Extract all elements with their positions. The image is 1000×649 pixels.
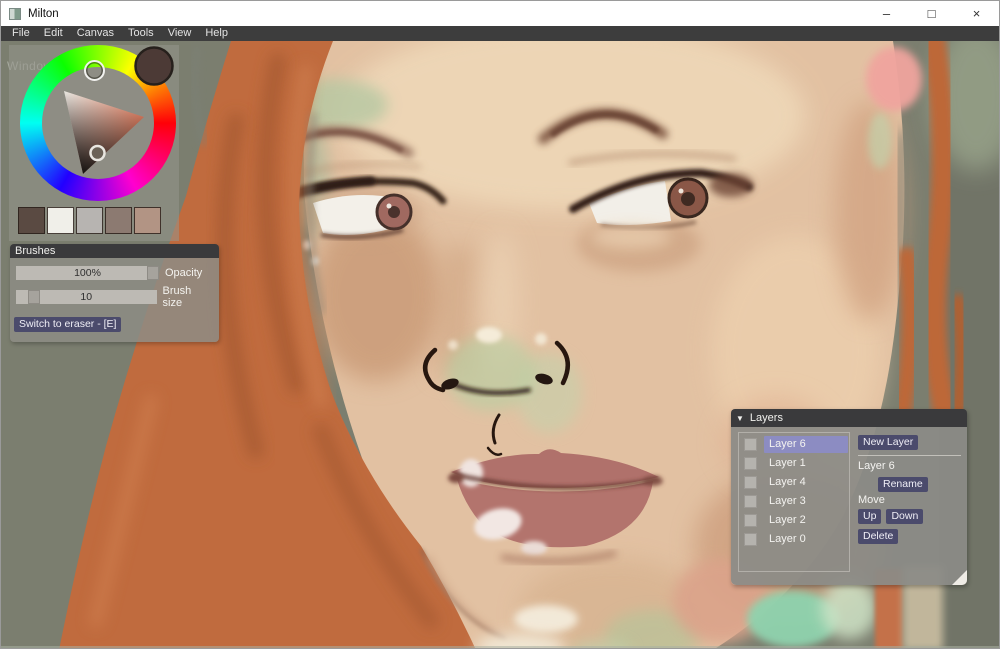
layers-panel-titlebar[interactable]: ▼ Layers bbox=[731, 409, 967, 427]
window-controls: – □ × bbox=[864, 1, 999, 26]
opacity-value: 100% bbox=[74, 267, 101, 279]
collapse-triangle-icon[interactable]: ▼ bbox=[736, 414, 744, 423]
switch-to-eraser-button[interactable]: Switch to eraser - [E] bbox=[14, 317, 122, 332]
menu-item-help[interactable]: Help bbox=[198, 26, 235, 41]
layer-visibility-checkbox[interactable] bbox=[744, 533, 757, 546]
layers-panel-body: Layer 6 Layer 1 Layer 4 Layer 3 Layer 2 Layer… bbox=[731, 427, 967, 585]
brushes-panel-titlebar[interactable]: Brushes bbox=[10, 244, 219, 258]
layer-visibility-checkbox[interactable] bbox=[744, 476, 757, 489]
layers-panel: ▼ Layers Layer 6 Layer 1 Layer 4 Layer 3 Lay… bbox=[731, 409, 967, 585]
move-down-button[interactable]: Down bbox=[886, 509, 924, 524]
layer-row-layer-1[interactable]: Layer 1 bbox=[739, 454, 849, 473]
move-up-button[interactable]: Up bbox=[858, 509, 882, 524]
layer-name-label: Layer 1 bbox=[769, 457, 806, 469]
new-layer-button[interactable]: New Layer bbox=[858, 435, 919, 450]
opacity-slider-handle[interactable] bbox=[147, 266, 159, 280]
opacity-label: Opacity bbox=[165, 267, 203, 279]
color-picker-widget[interactable] bbox=[9, 45, 179, 241]
move-label: Move bbox=[858, 494, 885, 506]
menu-item-canvas[interactable]: Canvas bbox=[70, 26, 121, 41]
layer-name-label: Layer 2 bbox=[769, 514, 806, 526]
color-swatch-2[interactable] bbox=[47, 207, 74, 234]
layer-row-layer-0[interactable]: Layer 0 bbox=[739, 530, 849, 549]
layer-name-label: Layer 3 bbox=[769, 495, 806, 507]
menu-item-edit[interactable]: Edit bbox=[37, 26, 70, 41]
color-swatch-4[interactable] bbox=[105, 207, 132, 234]
brush-size-slider-handle[interactable] bbox=[28, 290, 40, 304]
opacity-slider[interactable]: 100% bbox=[16, 266, 159, 280]
rename-button[interactable]: Rename bbox=[878, 477, 928, 492]
selected-layer-name: Layer 6 bbox=[858, 460, 895, 472]
color-swatch-3[interactable] bbox=[76, 207, 103, 234]
sv-selector[interactable] bbox=[89, 144, 106, 162]
color-swatch-5[interactable] bbox=[134, 207, 161, 234]
close-button[interactable]: × bbox=[954, 1, 999, 26]
brush-size-label: Brush size bbox=[162, 285, 192, 309]
maximize-button[interactable]: □ bbox=[909, 1, 954, 26]
minimize-button[interactable]: – bbox=[864, 1, 909, 26]
menu-item-tools[interactable]: Tools bbox=[121, 26, 161, 41]
window-title: Milton bbox=[28, 7, 59, 20]
delete-layer-button[interactable]: Delete bbox=[858, 529, 899, 544]
menu-item-file[interactable]: File bbox=[5, 26, 37, 41]
layer-row-layer-3[interactable]: Layer 3 bbox=[739, 492, 849, 511]
menubar: File Edit Canvas Tools View Help bbox=[1, 26, 999, 41]
brushes-panel-body: 100% Opacity 10 Brush size Switch to era… bbox=[10, 258, 219, 342]
titlebar[interactable]: Milton – □ × bbox=[1, 1, 999, 26]
app-window: Milton – □ × File Edit Canvas Tools View Help bbox=[0, 0, 1000, 649]
layers-controls: New Layer Layer 6 Rename Move Up Down De… bbox=[858, 432, 963, 544]
divider bbox=[858, 455, 961, 456]
layer-visibility-checkbox[interactable] bbox=[744, 514, 757, 527]
brush-size-slider[interactable]: 10 bbox=[16, 290, 157, 304]
color-swatch-1[interactable] bbox=[18, 207, 45, 234]
layer-visibility-checkbox[interactable] bbox=[744, 495, 757, 508]
brushes-panel-title: Brushes bbox=[15, 245, 56, 257]
swatch-row bbox=[18, 207, 161, 234]
brushes-panel: Brushes 100% Opacity 10 Brush size Switc… bbox=[10, 244, 219, 342]
sv-triangle[interactable] bbox=[64, 91, 144, 174]
layers-panel-title: Layers bbox=[749, 412, 783, 424]
app-icon bbox=[9, 7, 21, 20]
layer-visibility-checkbox[interactable] bbox=[744, 438, 757, 451]
brush-size-value: 10 bbox=[80, 291, 93, 303]
layer-row-layer-4[interactable]: Layer 4 bbox=[739, 473, 849, 492]
layer-row-layer-2[interactable]: Layer 2 bbox=[739, 511, 849, 530]
current-color-swatch bbox=[134, 46, 174, 86]
layer-list: Layer 6 Layer 1 Layer 4 Layer 3 Layer 2 Layer… bbox=[738, 432, 850, 572]
layer-name-label: Layer 0 bbox=[769, 533, 806, 545]
layer-name-label: Layer 6 bbox=[764, 436, 848, 453]
hue-selector[interactable] bbox=[84, 60, 105, 81]
layer-visibility-checkbox[interactable] bbox=[744, 457, 757, 470]
resize-grip[interactable] bbox=[952, 570, 967, 585]
layer-name-label: Layer 4 bbox=[769, 476, 806, 488]
layer-row-layer-6[interactable]: Layer 6 bbox=[739, 435, 849, 454]
menu-item-view[interactable]: View bbox=[161, 26, 199, 41]
